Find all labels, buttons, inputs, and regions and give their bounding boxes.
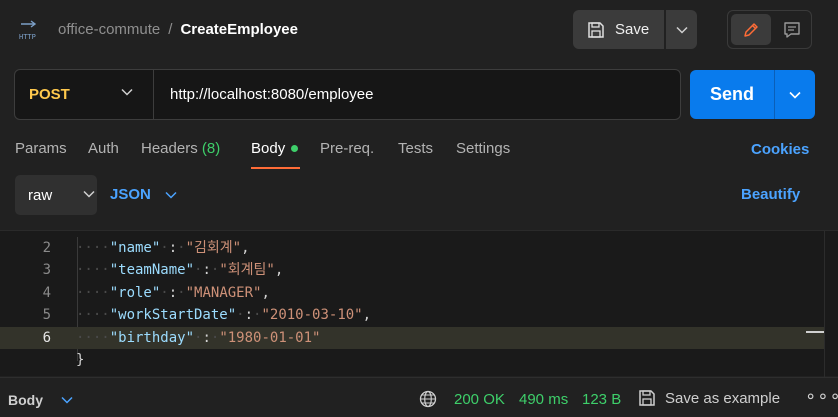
tab-headers[interactable]: Headers (8): [141, 140, 220, 157]
body-mode-label: raw: [28, 186, 53, 204]
beautify-button[interactable]: Beautify: [741, 186, 800, 203]
breadcrumb-collection[interactable]: office-commute: [58, 21, 160, 38]
comment-icon: [784, 21, 800, 38]
active-tab-underline: [251, 167, 300, 169]
method-label: POST: [29, 86, 70, 103]
body-language-select[interactable]: JSON: [110, 186, 177, 203]
chevron-down-icon: [121, 88, 133, 96]
json-key: "birthday": [109, 330, 195, 346]
response-panel-toggle[interactable]: Body: [8, 392, 73, 408]
code-line-current: 6 ····"birthday"·:·"1980-01-01": [0, 327, 824, 349]
chevron-down-icon: [61, 396, 73, 404]
tab-params[interactable]: Params: [15, 140, 67, 157]
code-line: }: [0, 349, 824, 371]
json-closing-brace: }: [76, 352, 85, 368]
json-value: "1980-01-01": [219, 330, 321, 346]
comments-button[interactable]: [774, 14, 810, 45]
code-editor[interactable]: 2 ····"name"·:·"김회계", 3 ····"teamName"·:…: [0, 230, 838, 377]
json-key: "workStartDate": [109, 307, 237, 323]
save-as-example-label: Save as example: [665, 389, 781, 407]
chevron-down-icon: [789, 91, 801, 99]
tab-settings[interactable]: Settings: [456, 140, 510, 157]
response-panel-label: Body: [8, 392, 43, 408]
tab-tests[interactable]: Tests: [398, 140, 433, 157]
json-key: "teamName": [109, 262, 195, 278]
tab-pre-request[interactable]: Pre-req.: [320, 140, 374, 157]
chevron-down-icon: [165, 191, 177, 199]
scrollbar-marker: [806, 331, 824, 333]
chevron-down-icon: [83, 190, 95, 198]
view-mode-toggle: [727, 10, 812, 49]
save-icon: [588, 21, 604, 38]
save-as-example-button[interactable]: Save as example: [638, 389, 780, 407]
save-button-label: Save: [615, 21, 650, 38]
response-size[interactable]: 123 B: [582, 391, 621, 408]
save-button[interactable]: Save: [573, 10, 664, 49]
request-name[interactable]: CreateEmployee: [180, 21, 298, 38]
code-line: 2 ····"name"·:·"김회계",: [0, 237, 824, 259]
send-options-button[interactable]: [775, 70, 815, 119]
breadcrumb: office-commute / CreateEmployee: [58, 21, 298, 38]
response-time[interactable]: 490 ms: [519, 391, 568, 408]
save-options-button[interactable]: [666, 10, 697, 49]
http-icon: HTTP: [19, 20, 37, 40]
body-language-label: JSON: [110, 186, 151, 203]
breadcrumb-separator: /: [168, 21, 173, 38]
more-options-icon[interactable]: ∘∘∘: [805, 386, 838, 407]
url-bar: POST http://localhost:8080/employee: [14, 69, 681, 120]
globe-icon[interactable]: [419, 390, 437, 408]
tab-body[interactable]: Body: [251, 140, 299, 157]
json-key: "role": [109, 285, 161, 301]
json-value: "2010-03-10": [261, 307, 363, 323]
response-status-bar: Body 200 OK 490 ms 123 B Save as example…: [0, 377, 838, 417]
code-line: 3 ····"teamName"·:·"회계팀",: [0, 259, 824, 281]
cookies-link[interactable]: Cookies: [751, 141, 809, 158]
json-key: "name": [109, 240, 161, 256]
url-input[interactable]: http://localhost:8080/employee: [170, 70, 373, 119]
json-value: "김회계": [185, 240, 242, 256]
line-number: 3: [42, 262, 51, 278]
json-value: "회계팀": [219, 262, 275, 278]
tab-auth[interactable]: Auth: [88, 140, 119, 157]
headers-count: (8): [201, 140, 221, 157]
code-line: 4 ····"role"·:·"MANAGER",: [0, 282, 824, 304]
url-divider: [153, 70, 154, 119]
line-number: 4: [42, 285, 51, 301]
line-number: 2: [42, 240, 51, 256]
pencil-icon: [744, 22, 758, 37]
edit-button[interactable]: [731, 14, 771, 45]
line-number: 6: [42, 330, 51, 346]
body-indicator-dot: [291, 144, 299, 152]
line-number: 5: [42, 307, 51, 323]
svg-text:HTTP: HTTP: [19, 33, 36, 40]
body-mode-select[interactable]: raw: [15, 175, 97, 215]
request-header: HTTP office-commute / CreateEmployee Sav…: [0, 0, 838, 62]
code-line: 5 ····"workStartDate"·:·"2010-03-10",: [0, 304, 824, 326]
status-code[interactable]: 200 OK: [454, 391, 505, 408]
json-value: "MANAGER": [185, 285, 262, 301]
send-button[interactable]: Send: [690, 70, 774, 119]
editor-scrollbar[interactable]: [824, 231, 825, 377]
chevron-down-icon: [675, 26, 688, 34]
save-icon: [639, 390, 655, 406]
tab-headers-label: Headers: [141, 140, 198, 157]
tab-body-label: Body: [251, 140, 286, 157]
